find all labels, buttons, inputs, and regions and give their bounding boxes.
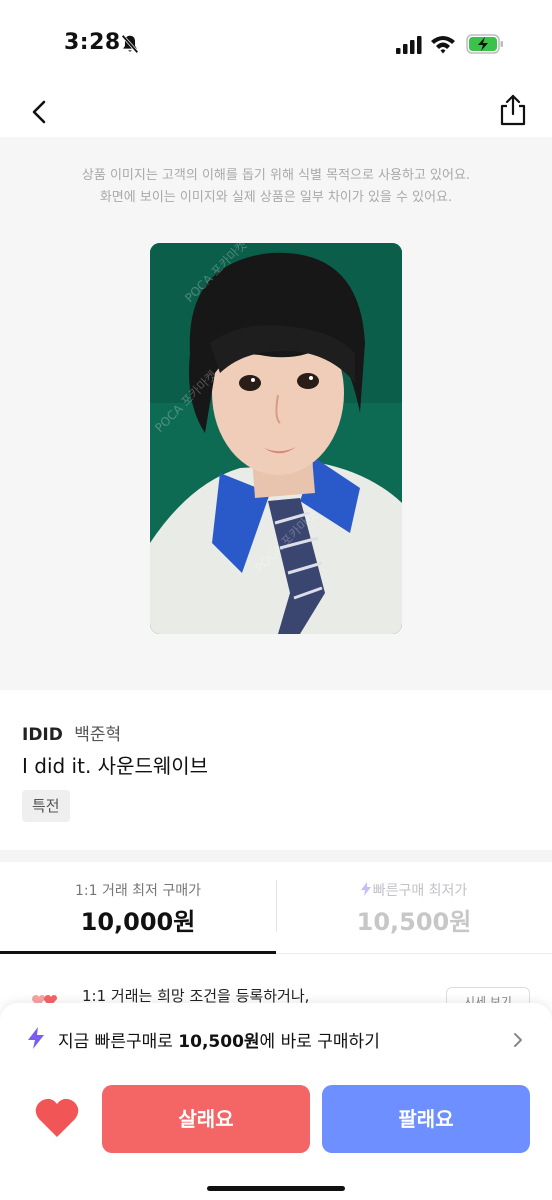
tab-label: 1:1 거래 최저 구매가 bbox=[74, 883, 202, 899]
wifi-icon bbox=[431, 36, 455, 54]
notice-line-2: 화면에 보이는 이미지와 실제 상품은 일부 차이가 있을 수 있어요. bbox=[99, 190, 453, 205]
lightning-icon bbox=[28, 1027, 44, 1049]
bell-slash-icon bbox=[121, 34, 139, 54]
back-button[interactable] bbox=[24, 94, 54, 130]
artist-line: IDID 백준혁 bbox=[22, 720, 121, 745]
status-bar: 3:28 bbox=[0, 0, 552, 90]
battery-charging-icon bbox=[466, 34, 503, 54]
tab-label-text: 빠른구매 최저가 bbox=[372, 883, 468, 899]
album-title: I did it. 사운드웨이브 bbox=[22, 754, 209, 778]
share-button[interactable] bbox=[496, 92, 530, 128]
image-notice: 상품 이미지는 고객의 이해를 돕기 위해 식별 목적으로 사용하고 있어요. … bbox=[0, 165, 552, 209]
quick-buy-suffix: 에 바로 구매하기 bbox=[259, 1032, 380, 1052]
artist-member[interactable]: 백준혁 bbox=[74, 725, 121, 745]
artist-group[interactable]: IDID bbox=[22, 725, 63, 745]
quick-buy-banner[interactable]: 지금 빠른구매로 10,500원에 바로 구매하기 bbox=[0, 1011, 552, 1067]
tab-price: 10,000원 bbox=[80, 908, 196, 936]
lightning-icon bbox=[360, 882, 371, 896]
price-tabs: 1:1 거래 최저 구매가 10,000원 빠른구매 최저가 10,500원 bbox=[0, 862, 552, 954]
tab-label: 빠른구매 최저가 bbox=[276, 880, 552, 900]
product-info: IDID 백준혁 I did it. 사운드웨이브 특전 bbox=[0, 690, 552, 850]
status-time: 3:28 bbox=[64, 30, 121, 55]
quick-buy-prefix: 지금 빠른구매로 bbox=[58, 1032, 179, 1052]
product-image-area: 상품 이미지는 고객의 이해를 돕기 위해 식별 목적으로 사용하고 있어요. … bbox=[0, 137, 552, 690]
buy-button[interactable]: 살래요 bbox=[102, 1085, 310, 1153]
nav-bar bbox=[0, 88, 552, 136]
tab-active-underline bbox=[0, 951, 276, 954]
product-tag: 특전 bbox=[22, 790, 70, 822]
tab-quick-buy-lowest[interactable]: 빠른구매 최저가 10,500원 bbox=[276, 862, 552, 954]
cellular-signal-icon bbox=[396, 36, 422, 54]
notice-line-1: 상품 이미지는 고객의 이해를 돕기 위해 식별 목적으로 사용하고 있어요. bbox=[81, 168, 471, 183]
quick-buy-price: 10,500원 bbox=[178, 1032, 260, 1052]
product-photo[interactable]: POCA 포카마켓 POCA 포카마켓 POCA 포카마켓 bbox=[150, 243, 402, 634]
wishlist-heart-button[interactable] bbox=[34, 1095, 80, 1141]
home-indicator bbox=[207, 1186, 345, 1191]
tab-one-to-one-lowest[interactable]: 1:1 거래 최저 구매가 10,000원 bbox=[0, 862, 276, 954]
section-divider bbox=[0, 850, 552, 862]
bottom-action-sheet: 지금 빠른구매로 10,500원에 바로 구매하기 살래요 팔래요 bbox=[0, 1003, 552, 1200]
photocard-illustration: POCA 포카마켓 POCA 포카마켓 POCA 포카마켓 bbox=[150, 243, 402, 634]
quick-buy-text: 지금 빠른구매로 10,500원에 바로 구매하기 bbox=[58, 1027, 380, 1052]
tab-price: 10,500원 bbox=[356, 908, 472, 936]
chevron-right-icon bbox=[514, 1033, 522, 1047]
sell-button[interactable]: 팔래요 bbox=[322, 1085, 530, 1153]
